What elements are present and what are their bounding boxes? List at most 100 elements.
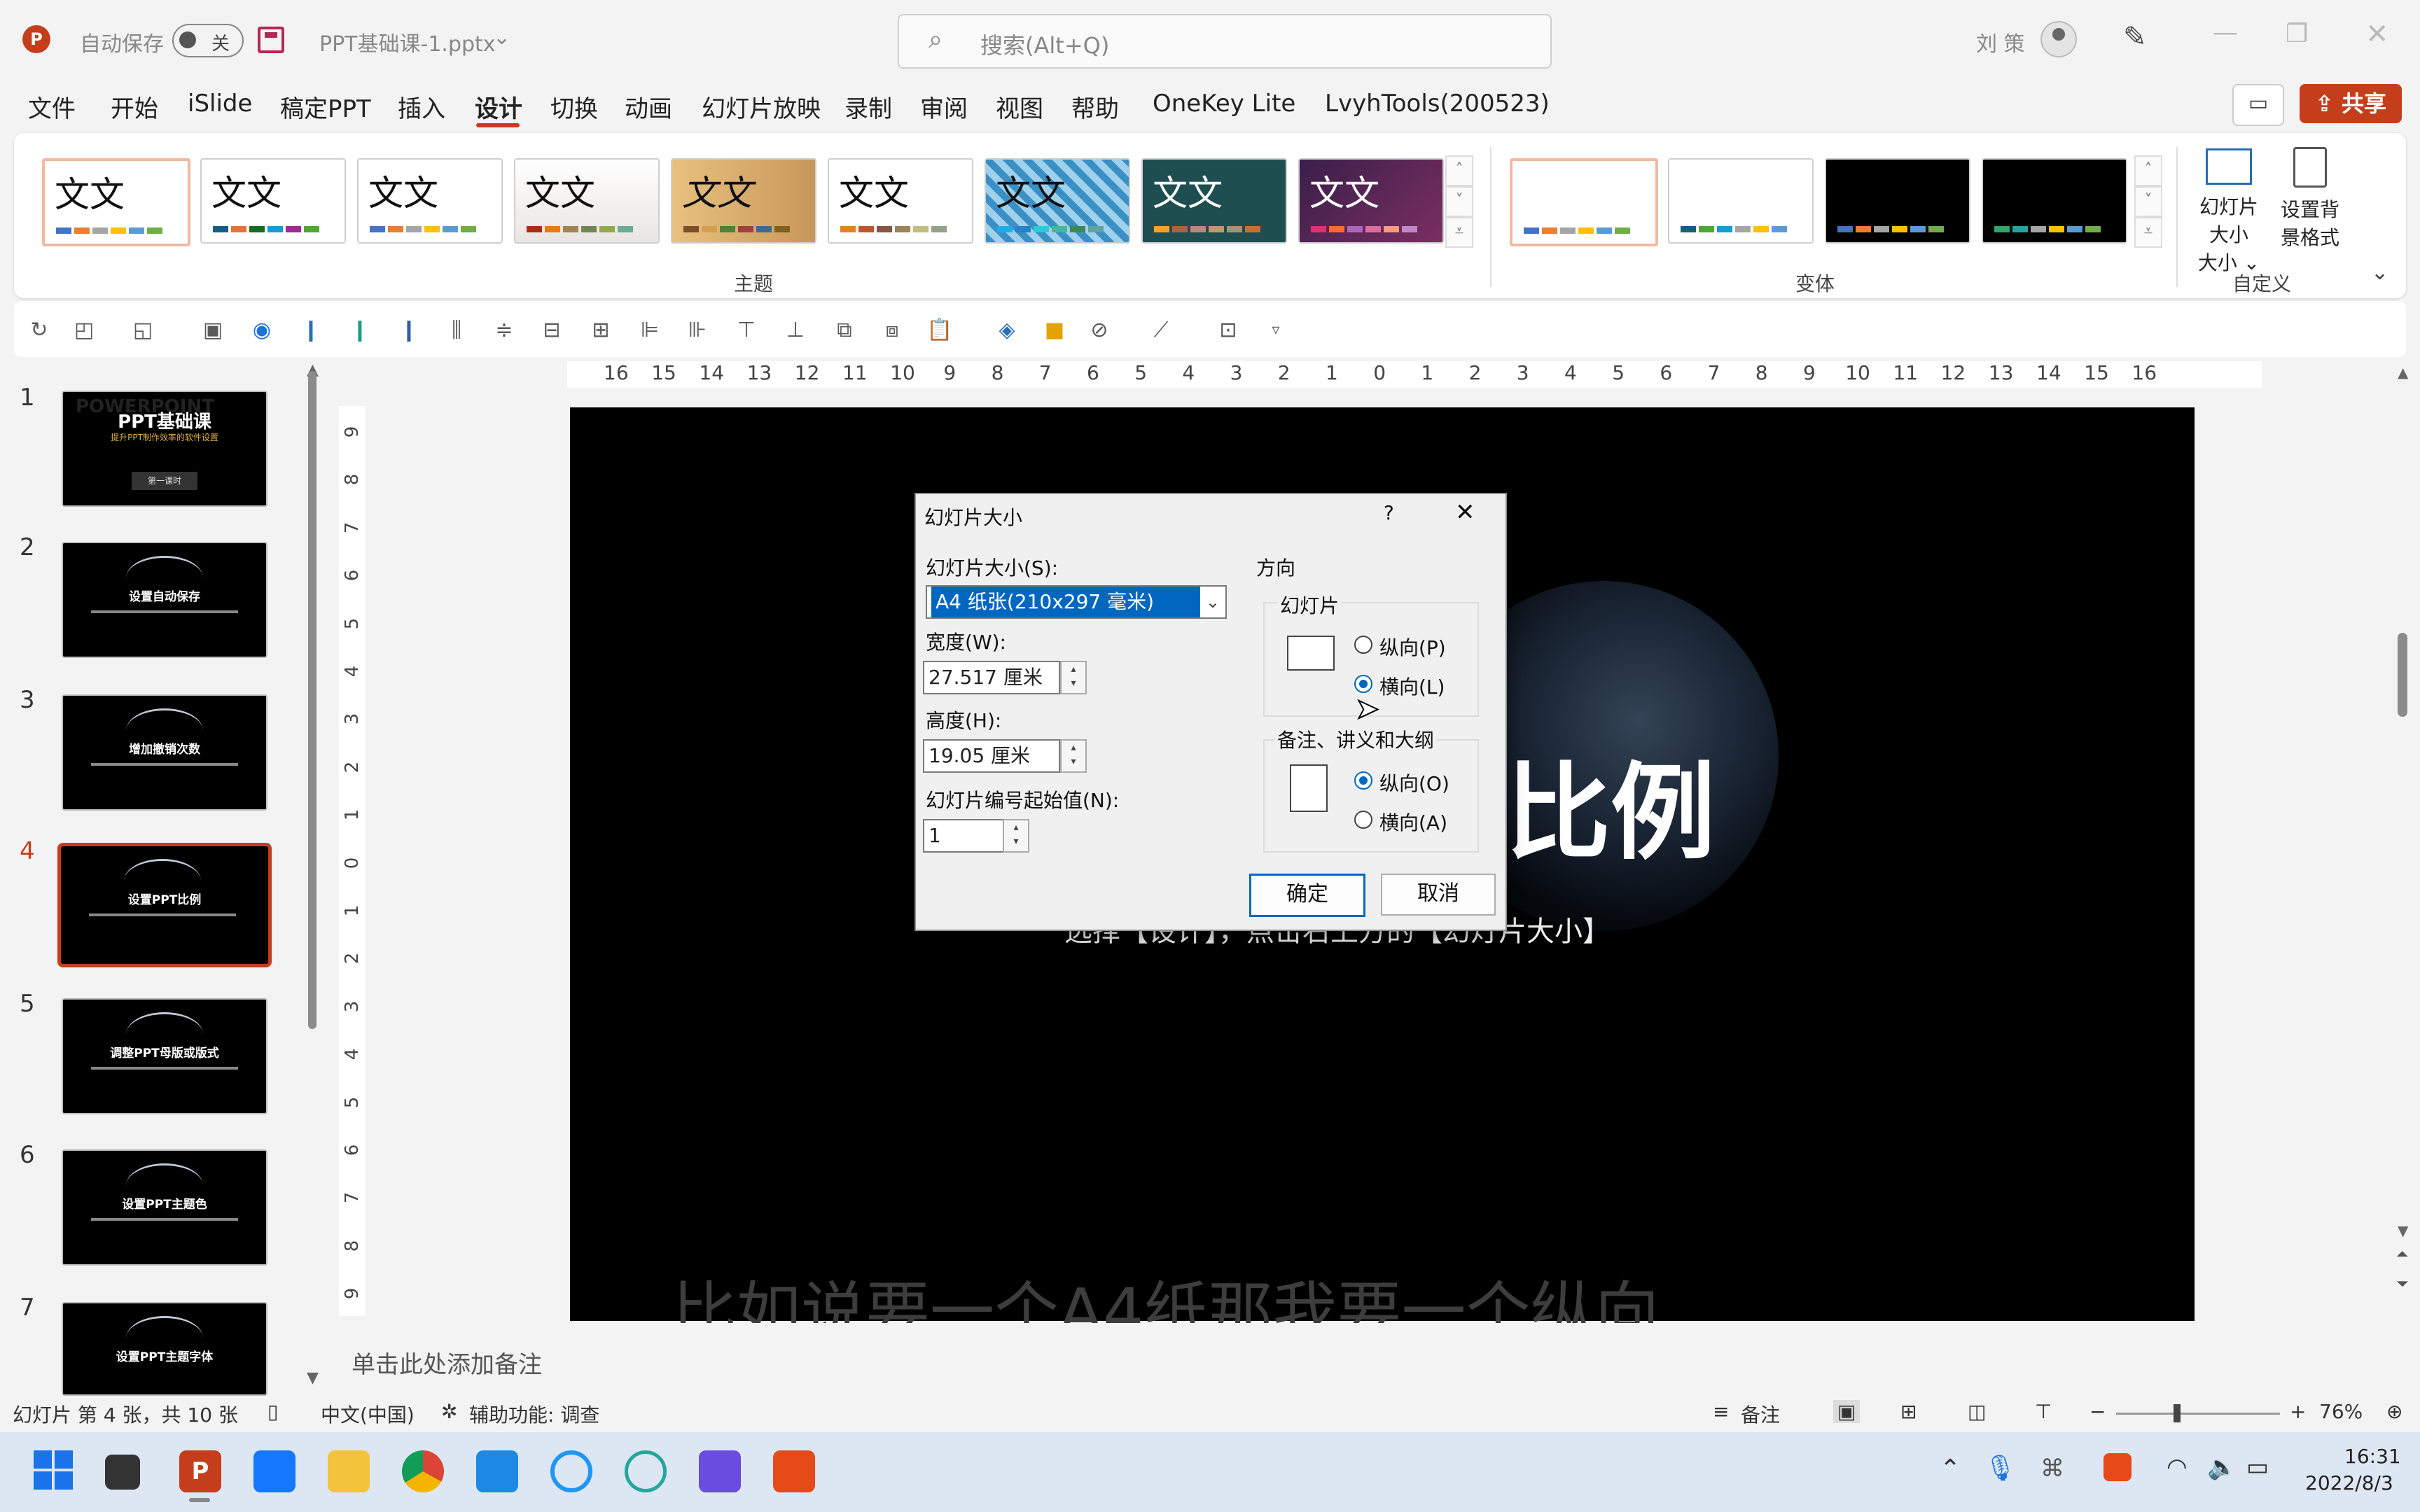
width-input[interactable]: 27.517 厘米 (923, 661, 1060, 694)
menu-animations[interactable]: 动画 (625, 90, 672, 124)
pen-icon[interactable]: ✎ (2123, 21, 2147, 53)
microphone-icon[interactable]: 🎙 (1984, 1453, 2017, 1483)
customize-toolbar-icon[interactable]: ▿ (1262, 316, 1290, 344)
menu-transitions[interactable]: 切换 (550, 90, 598, 124)
fill-color-icon[interactable]: ■ (1041, 316, 1069, 344)
scroll-down-icon[interactable]: ▼ (2398, 1222, 2408, 1239)
restore-icon[interactable]: ❐ (2286, 20, 2308, 48)
height-stepper[interactable]: ▴ ▾ (1060, 739, 1087, 773)
slide-thumbnail-1[interactable]: POWERPOINT PPT基础课 提升PPT制作效率的软件设置 第一课时 (62, 391, 267, 507)
accessibility-status[interactable]: 辅助功能: 调查 (469, 1400, 599, 1428)
notes-placeholder[interactable]: 单击此处添加备注 (352, 1345, 542, 1380)
scroll-down-icon[interactable]: ▼ (307, 1369, 319, 1387)
spellcheck-icon[interactable]: ▯ (267, 1400, 278, 1423)
sogou-icon[interactable] (2103, 1453, 2132, 1481)
theme-4[interactable]: 文文 (514, 158, 660, 244)
minimize-icon[interactable]: — (2213, 18, 2238, 47)
feishu-icon[interactable] (253, 1450, 295, 1492)
distribute-v-icon[interactable]: ⊞ (587, 316, 615, 344)
share-button[interactable]: ⇪ 共享 (2300, 84, 2402, 123)
normal-view-icon[interactable]: ▣ (1833, 1400, 1861, 1423)
menu-slideshow[interactable]: 幻灯片放映 (702, 90, 821, 124)
height-input[interactable]: 19.05 厘米 (923, 739, 1060, 773)
shapes-icon[interactable]: ◰ (70, 316, 98, 344)
close-icon[interactable]: ✕ (1455, 498, 1475, 526)
menu-design[interactable]: 设计 (475, 90, 522, 124)
format-painter-icon[interactable]: ◈ (993, 316, 1021, 344)
help-button[interactable]: ? (1384, 501, 1394, 524)
notes-pane[interactable] (339, 1323, 2398, 1400)
save-icon[interactable] (258, 27, 284, 53)
themes-scroll-up[interactable]: ˄ (1445, 155, 1473, 186)
ok-button[interactable]: 确定 (1249, 874, 1365, 917)
menu-home[interactable]: 开始 (111, 90, 158, 124)
volume-icon[interactable]: 🔈 (2207, 1453, 2237, 1481)
slide-thumbnail-2[interactable]: 设置自动保存 (62, 542, 267, 658)
variant-1[interactable] (1510, 158, 1658, 246)
menu-gaoding[interactable]: 稿定PPT (280, 90, 371, 124)
slide-thumbnail-4[interactable]: 设置PPT比例 (57, 843, 272, 967)
next-slide-icon[interactable]: ⏷ (2396, 1275, 2409, 1293)
chevron-down-icon[interactable]: ⌄ (1206, 587, 1220, 617)
variant-3[interactable] (1825, 158, 1970, 244)
task-view-icon[interactable] (105, 1455, 140, 1490)
file-explorer-icon[interactable] (328, 1450, 370, 1492)
cancel-button[interactable]: 取消 (1381, 874, 1496, 916)
slide-thumbnail-5[interactable]: 调整PPT母版或版式 (62, 998, 267, 1114)
chatgpt-icon[interactable] (625, 1450, 667, 1492)
slide-thumbnail-3[interactable]: 增加撤销次数 (62, 694, 267, 811)
file-name[interactable]: PPT基础课-1.pptx (319, 27, 496, 57)
clock-date[interactable]: 2022/8/3 (2305, 1471, 2393, 1494)
menu-help[interactable]: 帮助 (1071, 90, 1119, 124)
paste-icon[interactable]: 📋 (926, 316, 954, 344)
avatar[interactable] (2040, 21, 2077, 57)
chevron-up-icon[interactable]: ⌃ (1940, 1455, 1961, 1483)
reading-view-icon[interactable]: ◫ (1968, 1400, 1986, 1423)
theme-6[interactable]: 文文 (828, 158, 973, 244)
edit-shape-icon[interactable]: ⟋ (1147, 316, 1175, 344)
format-background-button[interactable]: 设置背 景格式 (2269, 144, 2351, 256)
scroll-up-icon[interactable]: ▲ (2398, 364, 2408, 381)
menu-view[interactable]: 视图 (996, 90, 1043, 124)
themes-more-button[interactable]: ⩡ (1445, 217, 1473, 248)
notes-portrait-radio[interactable] (1354, 771, 1372, 790)
start-number-stepper[interactable]: ▴ ▾ (1003, 819, 1029, 853)
redo-icon[interactable]: ↻ (25, 316, 53, 344)
zoom-level[interactable]: 76% (2319, 1400, 2363, 1423)
qq-search-icon[interactable] (550, 1450, 592, 1492)
merge-shapes-icon[interactable]: ⊘ (1085, 316, 1113, 344)
notes-portrait-label[interactable]: 纵向(O) (1379, 769, 1449, 797)
menu-file[interactable]: 文件 (28, 90, 76, 124)
align-middle-icon[interactable]: ⊟ (538, 316, 566, 344)
width-stepper[interactable]: ▴ ▾ (1060, 661, 1087, 694)
editor-scrollbar[interactable] (2398, 633, 2407, 717)
accessibility-icon[interactable]: ✲ (441, 1400, 457, 1423)
chevron-down-icon[interactable]: ⌄ (493, 25, 510, 50)
distribute-h-icon[interactable]: ⫼ (443, 316, 471, 344)
chrome-icon[interactable] (402, 1450, 444, 1492)
zoom-out-icon[interactable]: − (2089, 1400, 2106, 1423)
slideshow-icon[interactable]: ⊤ (2035, 1400, 2052, 1423)
theme-9[interactable]: 文文 (1298, 158, 1444, 244)
bar-navy-icon[interactable]: ❙ (395, 316, 423, 344)
themes-scroll-down[interactable]: ˅ (1445, 186, 1473, 217)
bar-teal-icon[interactable]: ❙ (346, 316, 374, 344)
circle-icon[interactable]: ◉ (248, 316, 276, 344)
variants-scroll-down[interactable]: ˅ (2134, 186, 2162, 217)
zoom-in-icon[interactable]: + (2290, 1400, 2306, 1423)
slide-thumbnail-7[interactable]: 设置PPT主题字体 (62, 1302, 267, 1396)
theme-office[interactable]: 文文 (42, 158, 190, 246)
windows-start-icon[interactable] (34, 1450, 73, 1490)
autosave-toggle[interactable]: 关 (172, 24, 244, 57)
zoom-slider-thumb[interactable] (2174, 1404, 2181, 1422)
notes-landscape-label[interactable]: 横向(A) (1379, 808, 1447, 836)
theme-7[interactable]: 文文 (985, 158, 1130, 244)
menu-review[interactable]: 审阅 (920, 90, 968, 124)
slides-portrait-label[interactable]: 纵向(P) (1379, 633, 1446, 661)
align-right-icon[interactable]: ⊪ (683, 316, 711, 344)
crop-icon[interactable]: ⊡ (1214, 316, 1242, 344)
previous-slide-icon[interactable]: ⏶ (2396, 1246, 2409, 1264)
copy-shape-icon[interactable]: ◱ (129, 316, 157, 344)
menu-islide[interactable]: iSlide (188, 90, 252, 118)
menu-record[interactable]: 录制 (844, 90, 892, 124)
